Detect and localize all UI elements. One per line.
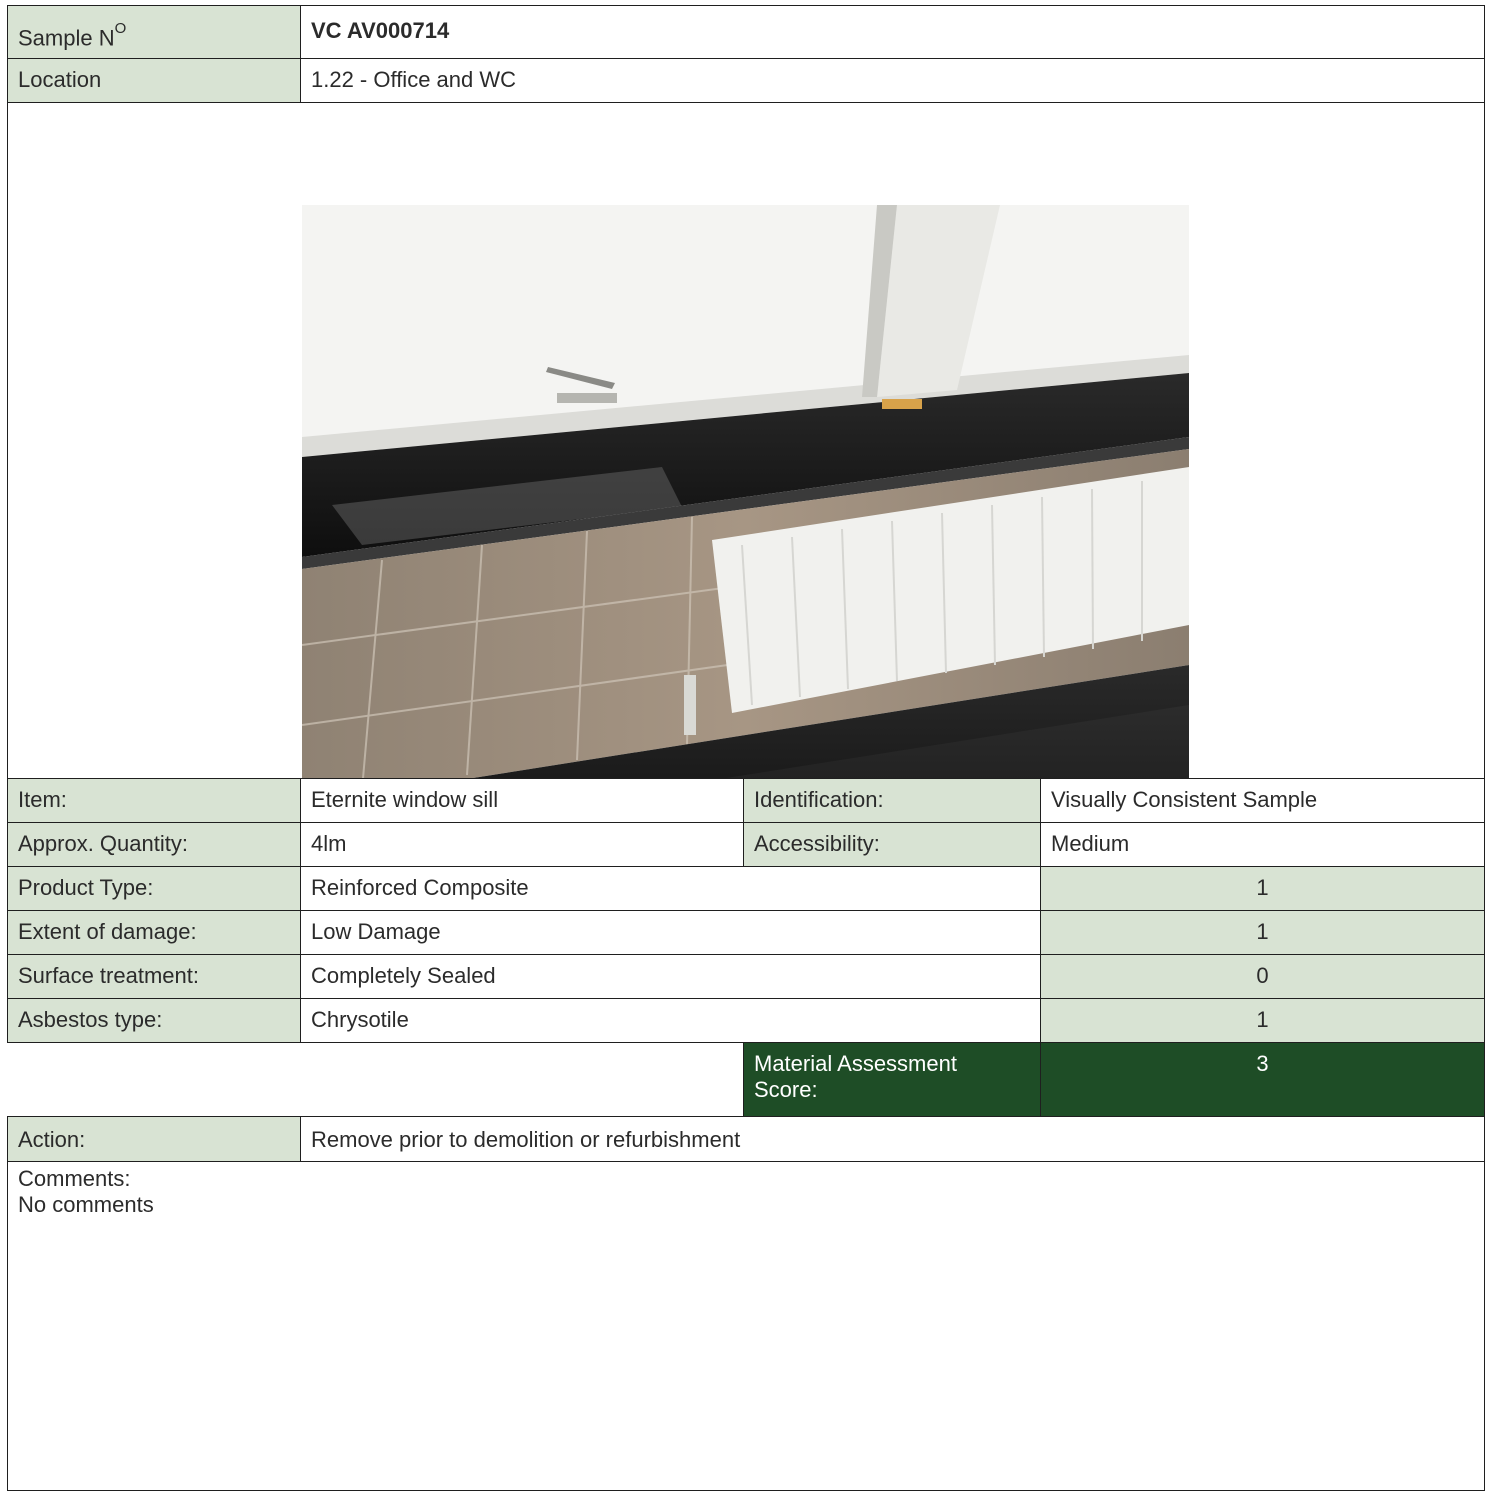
item-value: Eternite window sill — [300, 778, 744, 823]
assessment-score: 1 — [1040, 866, 1485, 911]
assessment-row: Extent of damage: Low Damage 1 — [7, 910, 1485, 955]
location-value: 1.22 - Office and WC — [300, 58, 1485, 103]
item-row: Item: Eternite window sill Identificatio… — [7, 778, 1485, 823]
assessment-row: Product Type: Reinforced Composite 1 — [7, 866, 1485, 911]
sample-row: Sample NO VC AV000714 — [7, 5, 1485, 59]
assessment-value: Low Damage — [300, 910, 1041, 955]
location-row: Location 1.22 - Office and WC — [7, 58, 1485, 103]
sample-number-value: VC AV000714 — [300, 5, 1485, 59]
assessment-label: Surface treatment: — [7, 954, 301, 999]
window-sill-photo — [302, 205, 1189, 873]
comments-label: Comments: — [18, 1166, 131, 1191]
comments-row: Comments: No comments — [7, 1161, 1485, 1491]
identification-value: Visually Consistent Sample — [1040, 778, 1485, 823]
material-score-row: Material Assessment Score: 3 — [7, 1042, 1485, 1117]
accessibility-value: Medium — [1040, 822, 1485, 867]
item-label: Item: — [7, 778, 301, 823]
material-score-value: 3 — [1040, 1042, 1485, 1117]
assessment-score: 0 — [1040, 954, 1485, 999]
action-label: Action: — [7, 1116, 301, 1162]
action-row: Action: Remove prior to demolition or re… — [7, 1116, 1485, 1162]
comments-value: No comments — [18, 1192, 154, 1217]
assessment-label: Product Type: — [7, 866, 301, 911]
identification-label: Identification: — [743, 778, 1041, 823]
comments-box: Comments: No comments — [7, 1161, 1485, 1491]
assessment-row: Surface treatment: Completely Sealed 0 — [7, 954, 1485, 999]
material-score-label: Material Assessment Score: — [743, 1042, 1041, 1117]
quantity-label: Approx. Quantity: — [7, 822, 301, 867]
assessment-value: Completely Sealed — [300, 954, 1041, 999]
accessibility-label: Accessibility: — [743, 822, 1041, 867]
location-label: Location — [7, 58, 301, 103]
quantity-row: Approx. Quantity: 4lm Accessibility: Med… — [7, 822, 1485, 867]
assessment-row: Asbestos type: Chrysotile 1 — [7, 998, 1485, 1043]
assessment-score: 1 — [1040, 910, 1485, 955]
assessment-label: Asbestos type: — [7, 998, 301, 1043]
photo-row — [7, 102, 1485, 873]
assessment-value: Chrysotile — [300, 998, 1041, 1043]
quantity-value: 4lm — [300, 822, 744, 867]
sample-number-label: Sample NO — [7, 5, 301, 59]
action-value: Remove prior to demolition or refurbishm… — [300, 1116, 1485, 1162]
assessment-score: 1 — [1040, 998, 1485, 1043]
assessment-value: Reinforced Composite — [300, 866, 1041, 911]
assessment-label: Extent of damage: — [7, 910, 301, 955]
